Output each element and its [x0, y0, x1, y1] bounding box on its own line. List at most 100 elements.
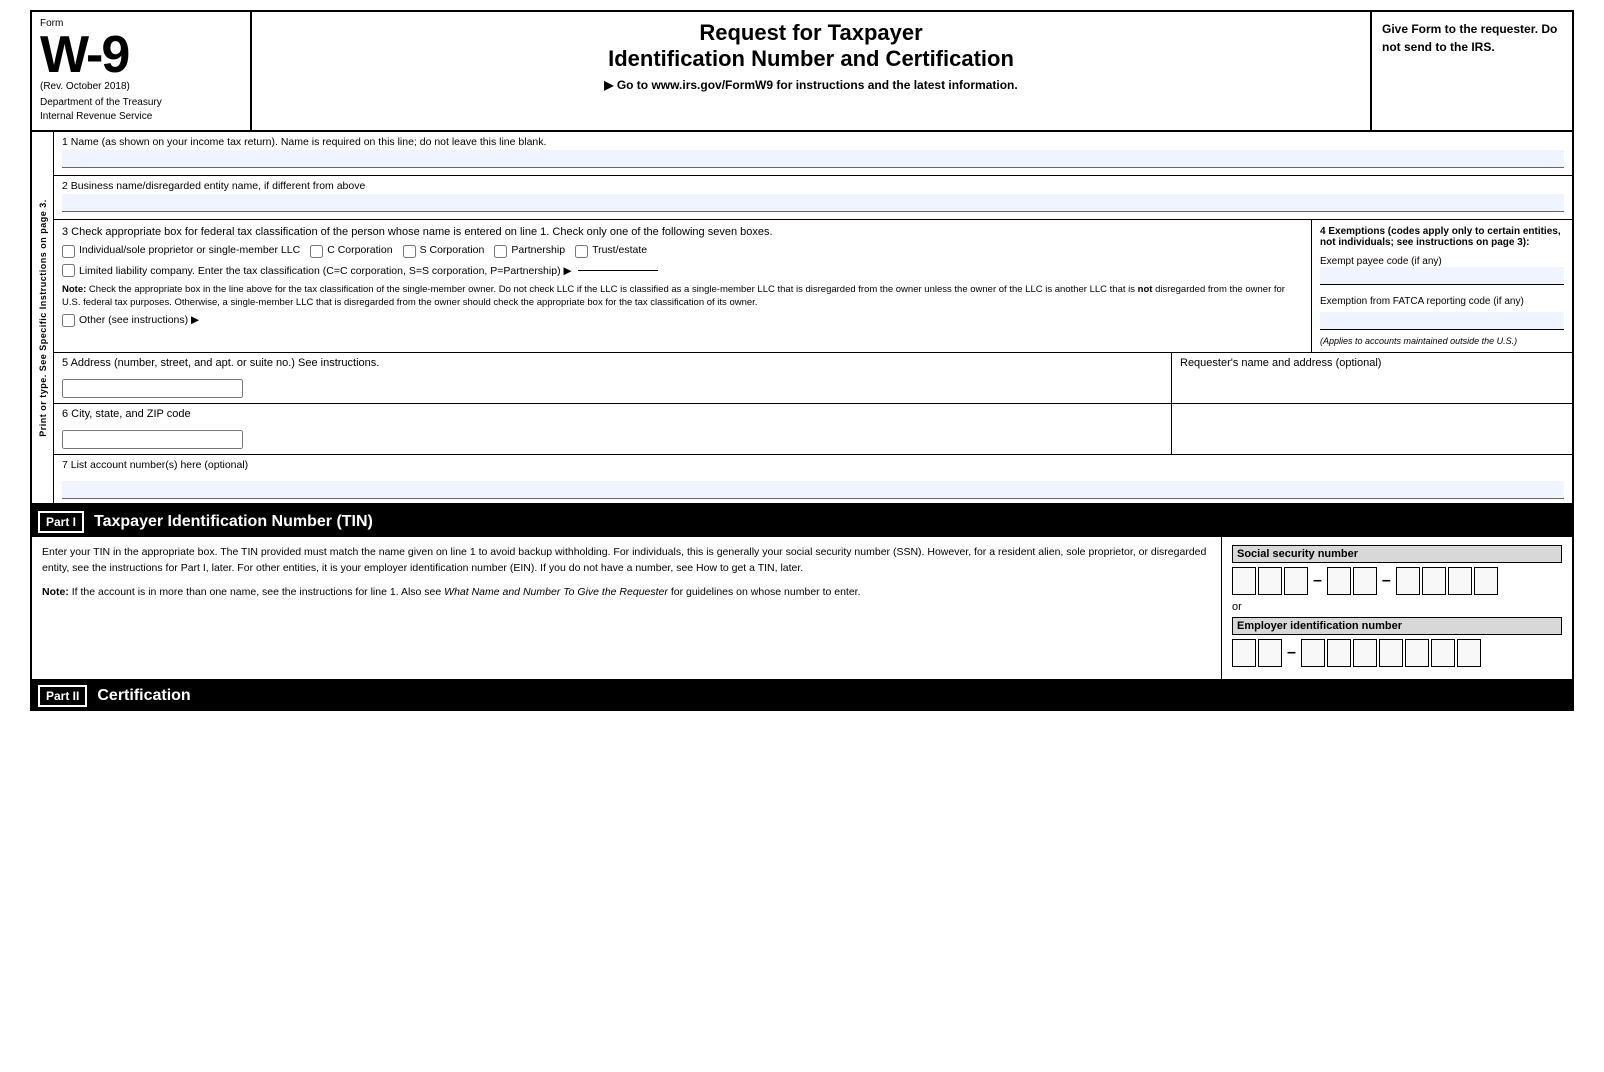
ssn-box5[interactable] [1353, 567, 1377, 595]
cb-partnership-label: Partnership [511, 244, 565, 256]
part2-badge: Part II [38, 685, 87, 707]
line2-input[interactable] [62, 194, 1564, 212]
form-body: Print or type. See Specific Instructions… [30, 132, 1574, 505]
line1-input[interactable] [62, 150, 1564, 168]
form-fields: 1 Name (as shown on your income tax retu… [54, 132, 1572, 503]
part2-title: Certification [97, 687, 190, 705]
cb-c-corp-input[interactable] [310, 245, 323, 258]
ein-label: Employer identification number [1232, 617, 1562, 635]
title-line1: Request for Taxpayer [272, 20, 1350, 46]
requester-label: Requester's name and address (optional) [1180, 357, 1564, 369]
ssn-box3[interactable] [1284, 567, 1308, 595]
ssn-label: Social security number [1232, 545, 1562, 563]
ein-group2 [1301, 639, 1481, 667]
ein-boxes: – [1232, 639, 1562, 667]
ein-box2[interactable] [1258, 639, 1282, 667]
line7-input[interactable] [62, 481, 1564, 499]
form-header: Form W-9 (Rev. October 2018) Department … [30, 10, 1574, 132]
line6-label: 6 City, state, and ZIP code [62, 408, 1163, 420]
line2-label: 2 Business name/disregarded entity name,… [62, 180, 1564, 192]
part1-body: Enter your TIN in the appropriate box. T… [30, 537, 1574, 681]
cb-llc-input[interactable] [62, 264, 75, 277]
ssn-box6[interactable] [1396, 567, 1420, 595]
ein-group1 [1232, 639, 1282, 667]
ssn-group1 [1232, 567, 1308, 595]
ssn-group3 [1396, 567, 1498, 595]
ssn-dash1: – [1310, 572, 1325, 590]
llc-row: Limited liability company. Enter the tax… [62, 264, 1303, 277]
line5-input[interactable] [62, 379, 243, 398]
part1-title: Taxpayer Identification Number (TIN) [94, 513, 373, 531]
ssn-box8[interactable] [1448, 567, 1472, 595]
checkboxes-row: Individual/sole proprietor or single-mem… [62, 244, 1303, 258]
ein-box4[interactable] [1327, 639, 1351, 667]
ssn-box7[interactable] [1422, 567, 1446, 595]
cb-partnership-input[interactable] [494, 245, 507, 258]
header-right: Give Form to the requester. Do not send … [1372, 12, 1572, 130]
cb-partnership: Partnership [494, 244, 565, 258]
ein-box6[interactable] [1379, 639, 1403, 667]
cb-other-input[interactable] [62, 314, 75, 327]
header-center: Request for Taxpayer Identification Numb… [252, 12, 1372, 130]
fatca-note: (Applies to accounts maintained outside … [1320, 336, 1564, 346]
fatca-label: Exemption from FATCA reporting code (if … [1320, 295, 1564, 308]
cb-s-corp-input[interactable] [403, 245, 416, 258]
cb-individual: Individual/sole proprietor or single-mem… [62, 244, 300, 258]
ein-box8[interactable] [1431, 639, 1455, 667]
ssn-box1[interactable] [1232, 567, 1256, 595]
cb-individual-input[interactable] [62, 245, 75, 258]
line6-right [1172, 404, 1572, 454]
ssn-dash2: – [1379, 572, 1394, 590]
ein-box3[interactable] [1301, 639, 1325, 667]
part1-body-text: Enter your TIN in the appropriate box. T… [42, 545, 1211, 577]
other-row: Other (see instructions) ▶ [62, 314, 1303, 327]
line7-label: 7 List account number(s) here (optional) [62, 459, 1564, 471]
ein-box7[interactable] [1405, 639, 1429, 667]
line6-input[interactable] [62, 430, 243, 449]
line7-row: 7 List account number(s) here (optional) [54, 455, 1572, 503]
line5-area: 5 Address (number, street, and apt. or s… [54, 353, 1572, 404]
ein-box9[interactable] [1457, 639, 1481, 667]
ein-dash: – [1284, 644, 1299, 662]
sidebar: Print or type. See Specific Instructions… [32, 132, 54, 503]
line6-left: 6 City, state, and ZIP code [54, 404, 1172, 454]
cb-s-corp: S Corporation [403, 244, 485, 258]
line1-row: 1 Name (as shown on your income tax retu… [54, 132, 1572, 176]
part2-header: Part II Certification [30, 681, 1574, 711]
part1-right: Social security number – – [1222, 537, 1572, 679]
or-label: or [1232, 601, 1562, 613]
cb-trust-label: Trust/estate [592, 244, 647, 256]
line1-label: 1 Name (as shown on your income tax retu… [62, 136, 1564, 148]
llc-line [578, 270, 658, 271]
part1-header: Part I Taxpayer Identification Number (T… [30, 505, 1574, 537]
ssn-box4[interactable] [1327, 567, 1351, 595]
row3-left: 3 Check appropriate box for federal tax … [54, 220, 1312, 352]
ssn-group2 [1327, 567, 1377, 595]
line2-row: 2 Business name/disregarded entity name,… [54, 176, 1572, 220]
title-line2: Identification Number and Certification [272, 46, 1350, 72]
ein-box1[interactable] [1232, 639, 1256, 667]
line5-left: 5 Address (number, street, and apt. or s… [54, 353, 1172, 403]
header-left: Form W-9 (Rev. October 2018) Department … [32, 12, 252, 130]
fatca-input[interactable] [1320, 312, 1564, 330]
cb-c-corp: C Corporation [310, 244, 392, 258]
requester-section: Requester's name and address (optional) [1172, 353, 1572, 403]
sidebar-text: Print or type. See Specific Instructions… [38, 199, 48, 437]
row3-right: 4 Exemptions (codes apply only to certai… [1312, 220, 1572, 352]
cb-trust: Trust/estate [575, 244, 647, 258]
note-text: Note: Check the appropriate box in the l… [62, 283, 1303, 310]
ein-box5[interactable] [1353, 639, 1377, 667]
cb-trust-input[interactable] [575, 245, 588, 258]
ssn-box2[interactable] [1258, 567, 1282, 595]
ssn-box9[interactable] [1474, 567, 1498, 595]
part1-note: Note: If the account is in more than one… [42, 585, 1211, 601]
exempt-payee-input[interactable] [1320, 267, 1564, 285]
form-number: W-9 [40, 29, 242, 81]
line5-label: 5 Address (number, street, and apt. or s… [62, 357, 1163, 369]
form-department: Department of the Treasury Internal Reve… [40, 96, 242, 124]
part1-badge: Part I [38, 511, 84, 533]
cb-c-corp-label: C Corporation [327, 244, 392, 256]
title-url: ▶ Go to www.irs.gov/FormW9 for instructi… [272, 78, 1350, 92]
line6-area: 6 City, state, and ZIP code [54, 404, 1572, 455]
llc-label: Limited liability company. Enter the tax… [79, 265, 572, 277]
